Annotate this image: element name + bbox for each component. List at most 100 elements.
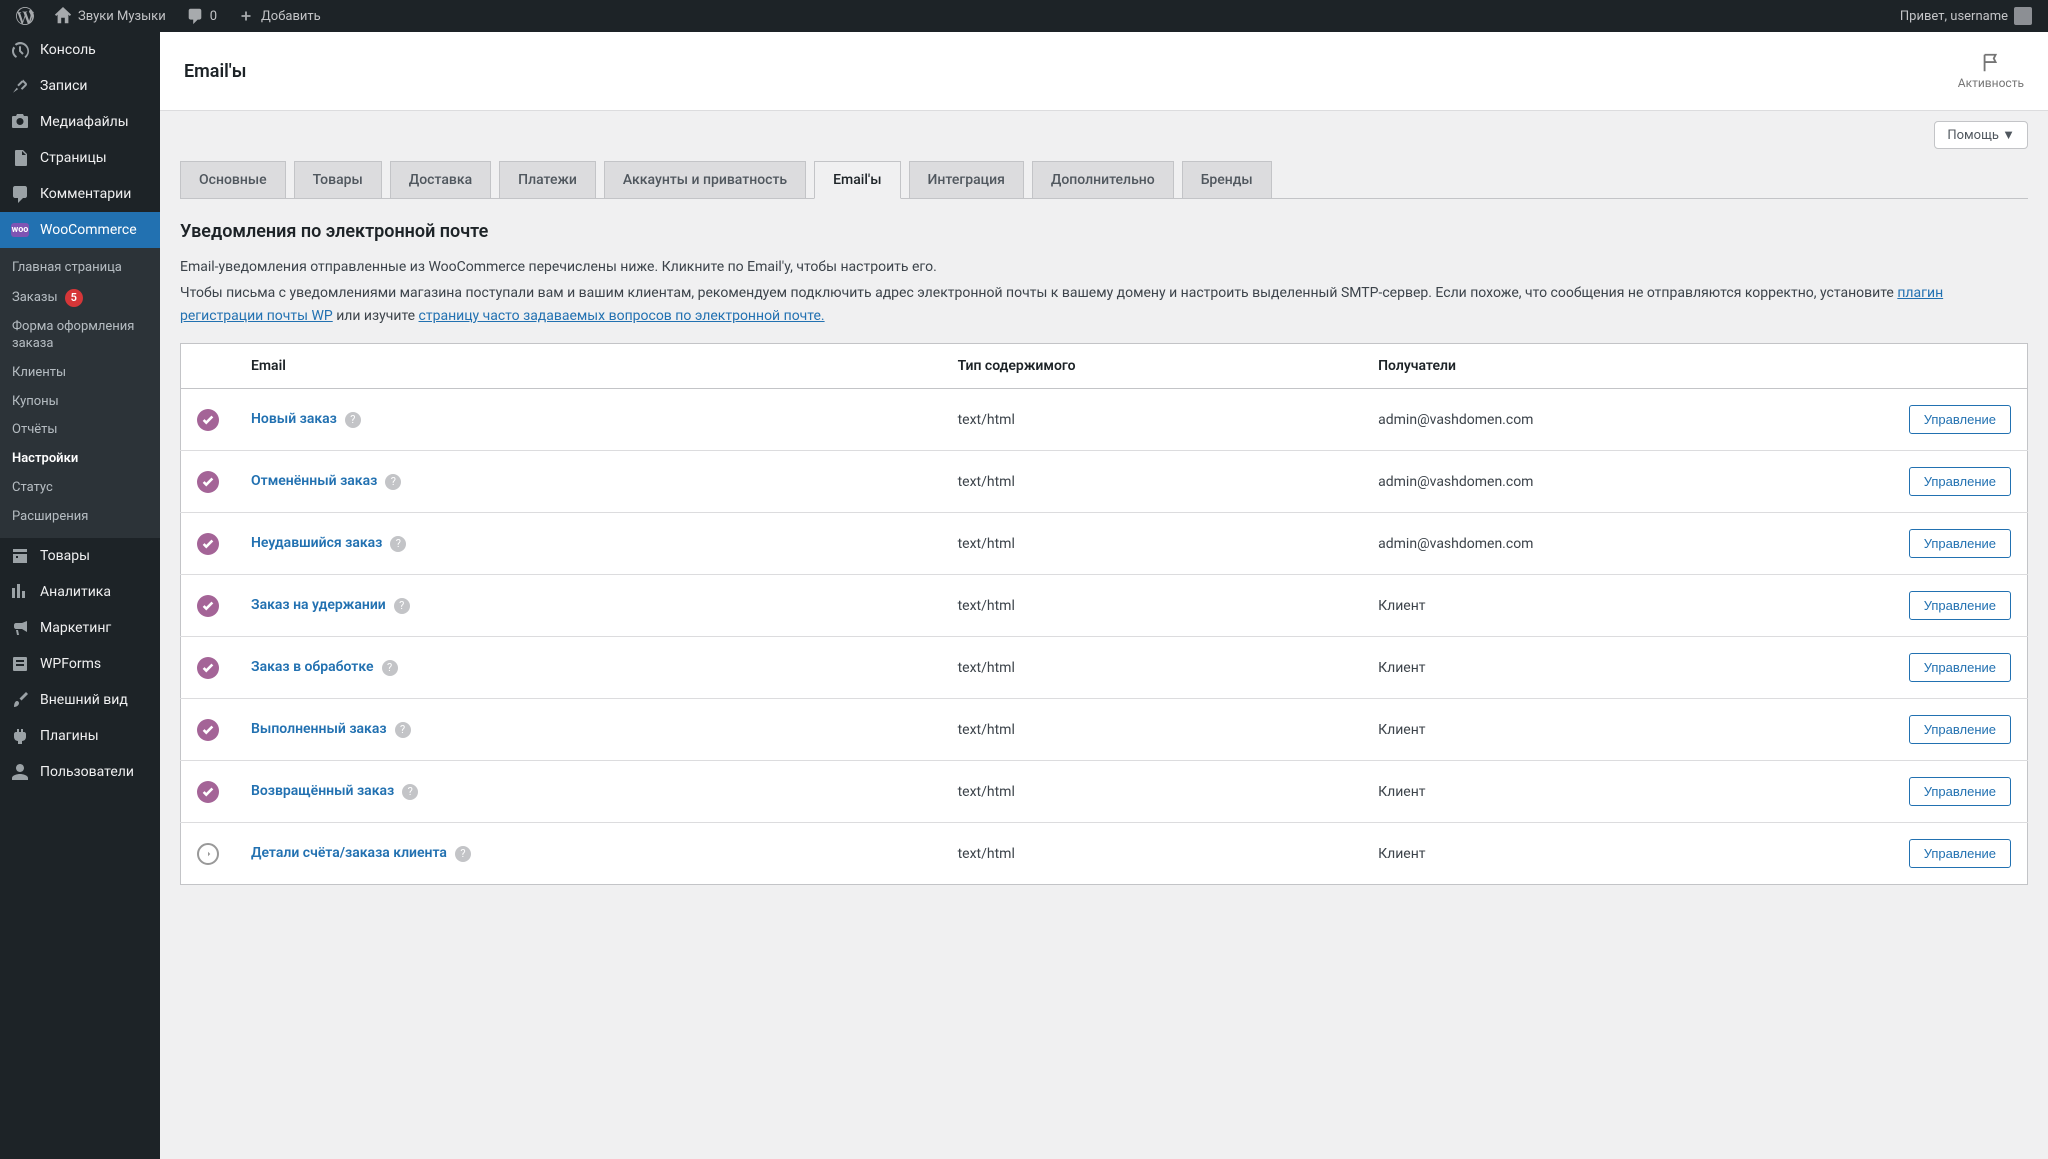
wpforms-icon xyxy=(10,654,30,674)
wordpress-icon xyxy=(16,7,34,25)
email-name-link[interactable]: Новый заказ xyxy=(251,411,337,427)
submenu-customers[interactable]: Клиенты xyxy=(0,359,160,388)
tab-payments[interactable]: Платежи xyxy=(499,161,596,198)
tab-accounts[interactable]: Аккаунты и приватность xyxy=(604,161,806,198)
submenu-status[interactable]: Статус xyxy=(0,474,160,503)
greeting-text: Привет, username xyxy=(1900,9,2008,24)
tab-brands[interactable]: Бренды xyxy=(1182,161,1272,198)
email-type: text/html xyxy=(942,761,1363,823)
products-icon xyxy=(10,546,30,566)
menu-label: Страницы xyxy=(40,150,107,166)
menu-users[interactable]: Пользователи xyxy=(0,754,160,790)
page-title: Email'ы xyxy=(184,61,246,82)
email-name-link[interactable]: Выполненный заказ xyxy=(251,721,387,737)
comments-link[interactable]: 0 xyxy=(178,0,225,32)
tab-integration[interactable]: Интеграция xyxy=(909,161,1024,198)
email-faq-link[interactable]: страницу часто задаваемых вопросов по эл… xyxy=(419,308,825,324)
col-status xyxy=(181,344,236,389)
menu-pages[interactable]: Страницы xyxy=(0,140,160,176)
manage-button[interactable]: Управление xyxy=(1909,467,2011,496)
email-recipients: Клиент xyxy=(1362,699,1887,761)
email-recipients: admin@vashdomen.com xyxy=(1362,451,1887,513)
tab-shipping[interactable]: Доставка xyxy=(390,161,491,198)
tab-general[interactable]: Основные xyxy=(180,161,286,198)
manage-button[interactable]: Управление xyxy=(1909,529,2011,558)
email-type: text/html xyxy=(942,575,1363,637)
submenu-reports[interactable]: Отчёты xyxy=(0,416,160,445)
menu-label: Аналитика xyxy=(40,584,111,600)
woo-icon: woo xyxy=(10,220,30,240)
comments-count: 0 xyxy=(210,9,217,24)
menu-label: Записи xyxy=(40,78,88,94)
menu-plugins[interactable]: Плагины xyxy=(0,718,160,754)
help-tip-icon[interactable]: ? xyxy=(390,536,406,552)
submenu-extensions[interactable]: Расширения xyxy=(0,503,160,532)
submenu-checkout-form[interactable]: Форма оформления заказа xyxy=(0,313,160,359)
manage-button[interactable]: Управление xyxy=(1909,777,2011,806)
help-tip-icon[interactable]: ? xyxy=(385,474,401,490)
table-row: Возвращённый заказ?text/htmlКлиентУправл… xyxy=(181,761,2028,823)
help-tip-icon[interactable]: ? xyxy=(394,598,410,614)
manage-button[interactable]: Управление xyxy=(1909,591,2011,620)
manage-button[interactable]: Управление xyxy=(1909,653,2011,682)
table-row: Неудавшийся заказ?text/htmladmin@vashdom… xyxy=(181,513,2028,575)
email-name-link[interactable]: Заказ в обработке xyxy=(251,659,374,675)
menu-marketing[interactable]: Маркетинг xyxy=(0,610,160,646)
email-name-link[interactable]: Неудавшийся заказ xyxy=(251,535,382,551)
wp-logo[interactable] xyxy=(8,0,42,32)
submenu-home[interactable]: Главная страница xyxy=(0,254,160,283)
manage-button[interactable]: Управление xyxy=(1909,839,2011,868)
menu-media[interactable]: Медиафайлы xyxy=(0,104,160,140)
menu-woocommerce[interactable]: woo WooCommerce xyxy=(0,212,160,248)
site-name: Звуки Музыки xyxy=(78,9,166,24)
add-new-link[interactable]: Добавить xyxy=(229,0,329,32)
email-recipients: admin@vashdomen.com xyxy=(1362,389,1887,451)
email-name-link[interactable]: Заказ на удержании xyxy=(251,597,386,613)
help-tip-icon[interactable]: ? xyxy=(395,722,411,738)
manage-button[interactable]: Управление xyxy=(1909,405,2011,434)
col-email: Email xyxy=(235,344,942,389)
site-link[interactable]: Звуки Музыки xyxy=(46,0,174,32)
page-header: Email'ы Активность xyxy=(160,32,2048,111)
tab-emails[interactable]: Email'ы xyxy=(814,161,900,199)
email-name-link[interactable]: Возвращённый заказ xyxy=(251,783,394,799)
brush-icon xyxy=(10,690,30,710)
submenu-settings[interactable]: Настройки xyxy=(0,445,160,474)
flag-icon xyxy=(1980,52,2002,74)
help-tab[interactable]: Помощь ▼ xyxy=(1934,121,2028,149)
bars-icon xyxy=(10,582,30,602)
camera-icon xyxy=(10,112,30,132)
pages-icon xyxy=(10,148,30,168)
menu-products[interactable]: Товары xyxy=(0,538,160,574)
email-recipients: admin@vashdomen.com xyxy=(1362,513,1887,575)
emails-table: Email Тип содержимого Получатели Новый з… xyxy=(180,343,2028,885)
help-tip-icon[interactable]: ? xyxy=(402,784,418,800)
gauge-icon xyxy=(10,40,30,60)
help-tip-icon[interactable]: ? xyxy=(345,412,361,428)
menu-label: Товары xyxy=(40,548,90,564)
menu-appearance[interactable]: Внешний вид xyxy=(0,682,160,718)
menu-wpforms[interactable]: WPForms xyxy=(0,646,160,682)
menu-label: Медиафайлы xyxy=(40,114,129,130)
status-manual-icon xyxy=(197,843,219,865)
tab-advanced[interactable]: Дополнительно xyxy=(1032,161,1174,198)
email-name-link[interactable]: Детали счёта/заказа клиента xyxy=(251,845,447,861)
submenu-orders[interactable]: Заказы 5 xyxy=(0,283,160,313)
activity-button[interactable]: Активность xyxy=(1958,52,2024,90)
help-tip-icon[interactable]: ? xyxy=(455,846,471,862)
col-recipients: Получатели xyxy=(1362,344,1887,389)
manage-button[interactable]: Управление xyxy=(1909,715,2011,744)
help-tip-icon[interactable]: ? xyxy=(382,660,398,676)
email-name-link[interactable]: Отменённый заказ xyxy=(251,473,377,489)
menu-posts[interactable]: Записи xyxy=(0,68,160,104)
col-action xyxy=(1888,344,2028,389)
menu-analytics[interactable]: Аналитика xyxy=(0,574,160,610)
menu-label: Пользователи xyxy=(40,764,134,780)
tab-products[interactable]: Товары xyxy=(294,161,382,198)
menu-comments[interactable]: Комментарии xyxy=(0,176,160,212)
submenu-coupons[interactable]: Купоны xyxy=(0,388,160,417)
email-type: text/html xyxy=(942,699,1363,761)
email-recipients: Клиент xyxy=(1362,575,1887,637)
menu-dashboard[interactable]: Консоль xyxy=(0,32,160,68)
user-greeting[interactable]: Привет, username xyxy=(1892,0,2040,32)
